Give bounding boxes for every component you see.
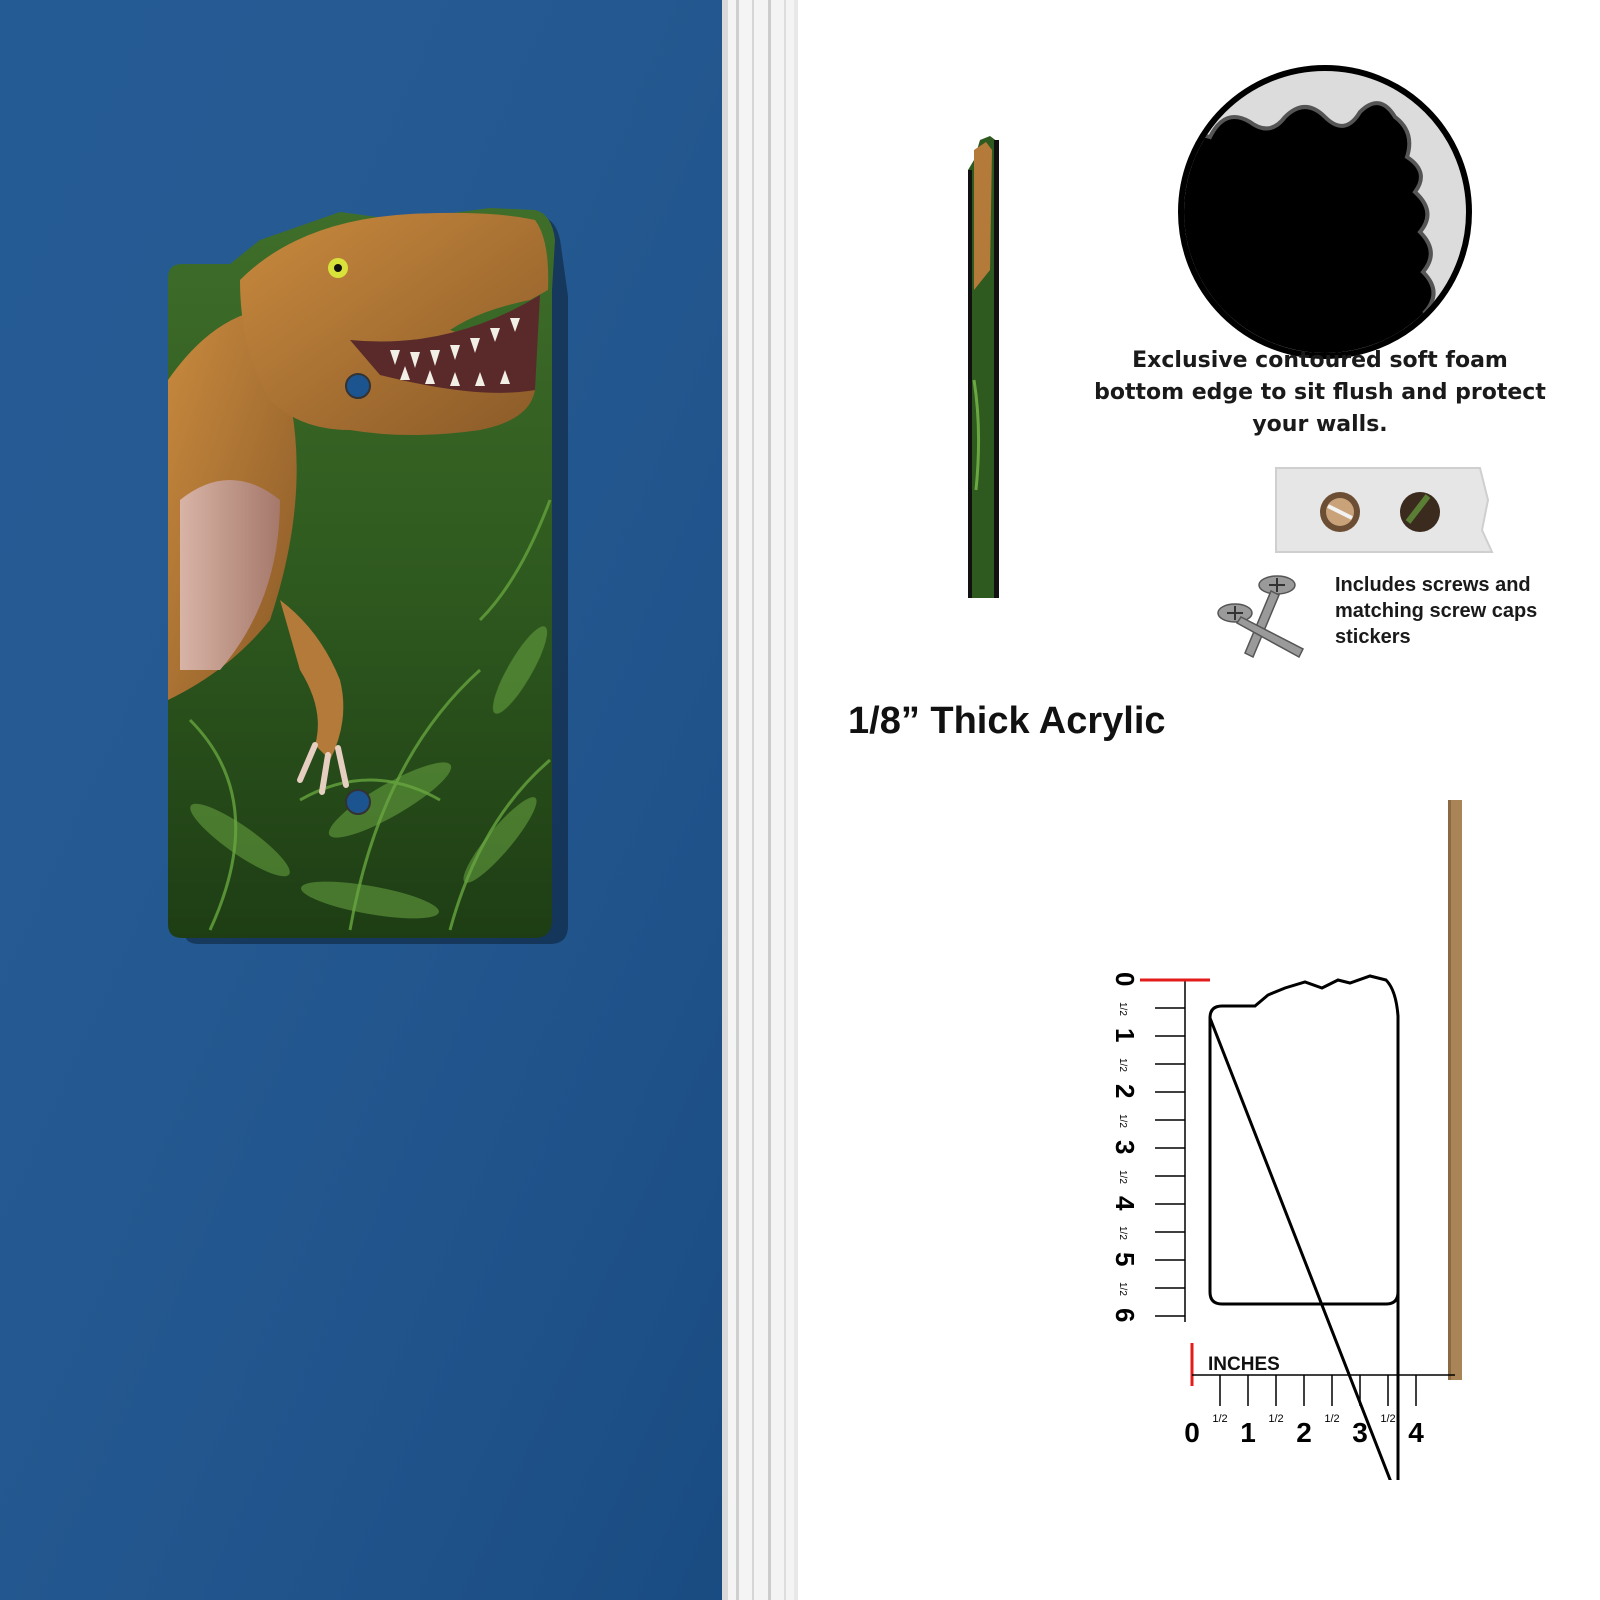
foam-edge-caption: Exclusive contoured soft foam bottom edg… [1094,348,1546,437]
v-half-label: 1/2 [1117,1114,1128,1128]
v-label-3: 3 [1110,1140,1140,1154]
v-label-5: 5 [1110,1252,1140,1266]
v-label-4: 4 [1110,1196,1140,1211]
screws-caption: Includes screws and matching screw caps … [1335,574,1538,648]
v-half-label: 1/2 [1117,1058,1128,1072]
h-label-2: 2 [1296,1417,1312,1448]
h-half-label: 1/2 [1324,1413,1339,1425]
horizontal-ruler: INCHES 0 1 2 3 4 1/2 1/2 1/2 1/2 [1184,1343,1455,1448]
thickness-label: 1/8” Thick Acrylic [848,700,1166,742]
screws-icon [1217,575,1305,659]
v-label-6: 6 [1110,1308,1140,1322]
v-label-1: 1 [1110,1028,1140,1042]
dinosaur-switch-plate-front [168,208,568,944]
v-label-2: 2 [1110,1084,1140,1098]
h-label-3: 3 [1352,1417,1368,1448]
dimension-diagram: 0 1 2 3 4 5 6 1/2 1/2 1/2 1/2 1/2 1/2 IN… [1110,800,1462,1480]
h-half-label: 1/2 [1212,1413,1227,1425]
units-label: INCHES [1208,1354,1280,1375]
v-half-label: 1/2 [1117,1226,1128,1240]
screw-cap-stickers-icon [1275,467,1494,553]
foam-edge-closeup-icon [1178,65,1472,359]
h-half-label: 1/2 [1380,1413,1395,1425]
h-label-1: 1 [1240,1417,1256,1448]
h-half-label: 1/2 [1268,1413,1283,1425]
door-trim-molding [722,0,798,1600]
h-label-0: 0 [1184,1417,1200,1448]
v-label-0: 0 [1110,972,1140,986]
plate-side-profile [968,136,999,598]
v-half-label: 1/2 [1117,1282,1128,1296]
v-half-label: 1/2 [1117,1170,1128,1184]
h-label-4: 4 [1408,1417,1424,1448]
v-half-label: 1/2 [1117,1002,1128,1016]
vertical-ruler: 0 1 2 3 4 5 6 1/2 1/2 1/2 1/2 1/2 1/2 [1110,972,1210,1322]
